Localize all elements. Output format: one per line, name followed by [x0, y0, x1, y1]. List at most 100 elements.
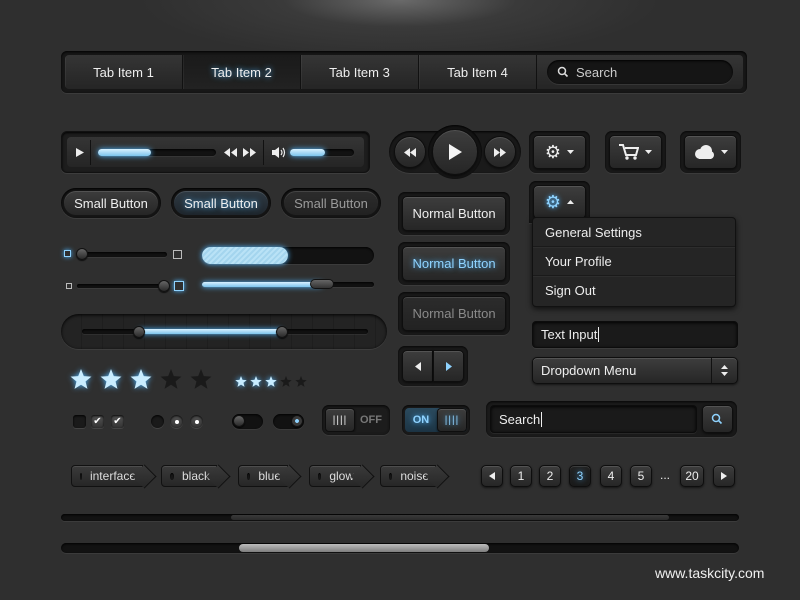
mini-toggle-knob: [291, 415, 303, 427]
slider-min-marker: [64, 250, 71, 257]
tab-item-2[interactable]: Tab Item 2: [183, 55, 301, 89]
scrollbar-thin-thumb[interactable]: [230, 515, 669, 520]
search-box-button[interactable]: [702, 405, 733, 433]
tag-glow[interactable]: glow: [309, 465, 361, 487]
pagination-page-5[interactable]: 5: [630, 465, 652, 487]
switch-off[interactable]: |||| OFF: [322, 405, 390, 435]
tag-black[interactable]: black: [161, 465, 217, 487]
tag-hole: [170, 472, 174, 480]
star-filled-icon[interactable]: [70, 369, 92, 396]
star-empty-icon[interactable]: [295, 375, 307, 393]
slider-1-knob[interactable]: [75, 248, 88, 260]
search-box-input[interactable]: Search: [490, 405, 697, 433]
text-input[interactable]: Text Input: [532, 321, 738, 348]
settings-menu: General Settings Your Profile Sign Out: [532, 217, 736, 307]
arrow-right-button[interactable]: [433, 350, 464, 382]
transport-controls: [389, 125, 521, 179]
pagination-page-2[interactable]: 2: [539, 465, 561, 487]
rewind-button[interactable]: [394, 136, 426, 168]
tag-noise[interactable]: noise: [380, 465, 436, 487]
checkbox-checked[interactable]: ✔: [91, 415, 104, 428]
scrollbar-thin[interactable]: [61, 514, 739, 521]
gear-icon: ⚙: [544, 142, 562, 162]
slider-2-track[interactable]: [77, 284, 169, 288]
mini-toggle-off[interactable]: [232, 414, 263, 429]
menu-item-your-profile[interactable]: Your Profile: [533, 247, 735, 276]
tab-item-3[interactable]: Tab Item 3: [301, 55, 419, 89]
tab-item-1[interactable]: Tab Item 1: [65, 55, 183, 89]
switch-on[interactable]: ON ||||: [402, 405, 470, 435]
normal-button-disabled[interactable]: Normal Button: [402, 296, 506, 331]
arrow-left-button[interactable]: [402, 350, 433, 382]
pagination-prev[interactable]: [481, 465, 503, 487]
scrollbar-thick[interactable]: [61, 543, 739, 553]
star-filled-icon[interactable]: [130, 369, 152, 396]
menu-item-sign-out[interactable]: Sign Out: [533, 276, 735, 305]
slider-1-track[interactable]: [77, 252, 167, 257]
radio-selected[interactable]: [190, 415, 203, 428]
pagination-page-1[interactable]: 1: [510, 465, 532, 487]
menu-item-general-settings[interactable]: General Settings: [533, 218, 735, 247]
normal-button-normal-wrap: Normal Button: [398, 192, 510, 235]
star-empty-icon[interactable]: [190, 369, 212, 396]
divider: [263, 140, 264, 165]
normal-button-active-wrap: Normal Button: [398, 242, 510, 285]
tab-search-input[interactable]: Search: [547, 60, 733, 84]
star-filled-icon[interactable]: [100, 369, 122, 396]
slider-2-knob[interactable]: [158, 280, 171, 292]
small-button-active[interactable]: Small Button: [174, 191, 268, 215]
checkbox-checked[interactable]: ✔: [111, 415, 124, 428]
range-slider-fill: [139, 329, 283, 334]
small-button-normal[interactable]: Small Button: [64, 191, 158, 215]
volume-track[interactable]: [290, 149, 354, 156]
star-empty-icon[interactable]: [280, 375, 292, 393]
text-cursor: [598, 327, 600, 342]
caret-down-icon: [567, 150, 575, 154]
pagination-page-3[interactable]: 3: [569, 465, 591, 487]
tag-interface[interactable]: interface: [71, 465, 143, 487]
mini-toggle-on[interactable]: [273, 414, 304, 429]
normal-button-active[interactable]: Normal Button: [402, 246, 506, 281]
pagination-page-4[interactable]: 4: [600, 465, 622, 487]
text-cursor: [541, 411, 543, 427]
rewind-icon[interactable]: [224, 148, 237, 157]
settings-dropdown-button[interactable]: ⚙: [533, 185, 586, 219]
volume-icon[interactable]: [272, 147, 286, 158]
pagination-page-20[interactable]: 20: [680, 465, 704, 487]
star-filled-icon[interactable]: [265, 375, 277, 393]
media-progress-track[interactable]: [98, 149, 216, 156]
gear-dropdown-button[interactable]: ⚙: [533, 135, 586, 169]
thin-progress-knob[interactable]: [310, 279, 335, 289]
tag-label: glow: [329, 469, 354, 483]
play-button[interactable]: [432, 129, 478, 175]
star-filled-icon[interactable]: [250, 375, 262, 393]
search-icon: [557, 66, 569, 78]
star-filled-icon[interactable]: [235, 375, 247, 393]
normal-button-normal[interactable]: Normal Button: [402, 196, 506, 231]
play-icon[interactable]: [76, 148, 84, 157]
arrow-left-icon: [414, 361, 421, 371]
small-button-disabled[interactable]: Small Button: [284, 191, 378, 215]
switch-off-label: OFF: [360, 414, 382, 426]
scrollbar-thick-thumb[interactable]: [238, 544, 489, 552]
radio-selected[interactable]: [170, 415, 183, 428]
star-empty-icon[interactable]: [160, 369, 182, 396]
fast-forward-button[interactable]: [484, 136, 516, 168]
pagination-next[interactable]: [713, 465, 735, 487]
thin-progress-track[interactable]: [202, 282, 374, 287]
tag-hole: [389, 472, 393, 480]
tag-blue[interactable]: blue: [238, 465, 288, 487]
search-box-value: Search: [499, 411, 541, 427]
forward-icon[interactable]: [243, 148, 256, 157]
dropdown-menu[interactable]: Dropdown Menu: [532, 357, 738, 384]
gear-icon: ⚙: [544, 192, 562, 212]
tab-item-4[interactable]: Tab Item 4: [419, 55, 537, 89]
radio-unselected[interactable]: [151, 415, 164, 428]
checkbox-unchecked[interactable]: [73, 415, 86, 428]
pagination-ellipsis: ...: [660, 468, 671, 482]
small-button-normal-wrap: Small Button: [61, 188, 161, 218]
cart-dropdown-button[interactable]: [609, 135, 662, 169]
watermark: www.taskcity.com: [655, 565, 765, 581]
cloud-dropdown-button[interactable]: [684, 135, 737, 169]
caret-down-icon: [721, 150, 728, 154]
